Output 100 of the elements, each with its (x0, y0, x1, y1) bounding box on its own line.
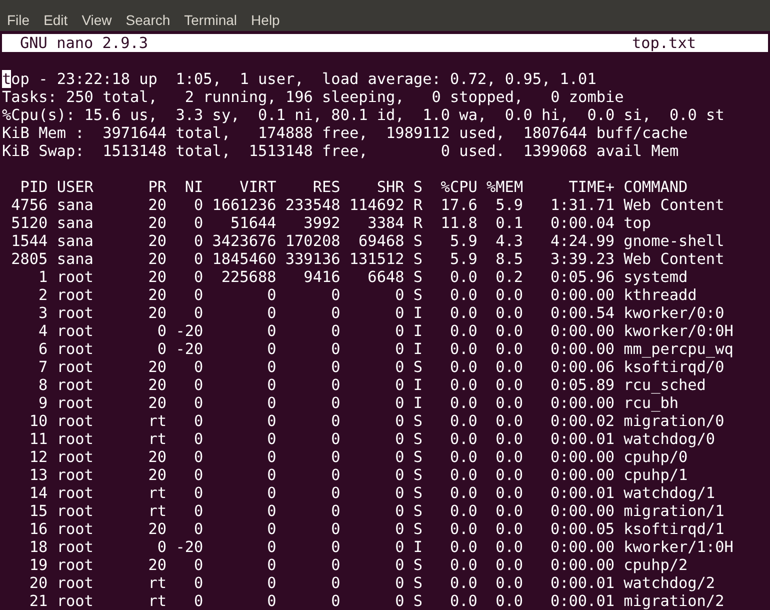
table-cell: S (413, 268, 423, 286)
table-cell-text: 0.0 (448, 466, 478, 484)
column-header: VIRT (238, 178, 276, 196)
table-cell-text: 20 (147, 376, 167, 394)
table-cell-text: 0.0 (448, 286, 478, 304)
table-cell-text: 0.0 (494, 484, 524, 502)
menu-item[interactable]: Help (251, 10, 280, 31)
table-cell-text: 0:00.04 (549, 214, 614, 232)
table-cell-text: 225688 (220, 268, 276, 286)
table-cell-text: 0 (192, 394, 204, 412)
table-cell-text: root (56, 520, 94, 538)
table-cell-text: 5.9 (448, 250, 478, 268)
table-cell-text: 0.0 (448, 304, 478, 322)
column-header: %MEM (486, 178, 524, 196)
table-cell: S (413, 430, 423, 448)
table-cell-text: 2805 (10, 250, 48, 268)
table-cell-text: 0 (266, 466, 276, 484)
table-cell-text: root (56, 286, 94, 304)
table-cell: I (413, 376, 423, 394)
table-cell-text: root (56, 430, 94, 448)
table-cell-text: 0 (394, 358, 404, 376)
table-cell-text: 0:00.00 (549, 502, 614, 520)
table-cell-text: systemd (624, 268, 689, 286)
table-cell-text: top (624, 214, 652, 232)
table-cell-text: 0 (330, 430, 340, 448)
table-cell-text: rt (147, 412, 167, 430)
table-cell-text: mm_percpu_wq (624, 340, 734, 358)
table-cell-text: 20 (147, 520, 167, 538)
table-cell-text: 0:00.01 (549, 592, 614, 610)
table-cell-text: 2 (38, 286, 48, 304)
table-cell-text: 0:00.05 (549, 520, 614, 538)
column-header: COMMAND (624, 178, 689, 196)
menu-item[interactable]: Edit (44, 10, 68, 31)
table-cell-text: 0 (266, 412, 276, 430)
table-cell-text: 0 (192, 430, 204, 448)
menu-item[interactable]: Search (126, 10, 170, 31)
table-cell-text: 20 (147, 196, 167, 214)
table-cell-text: 0 (266, 574, 276, 592)
summary-line: Tasks: 250 total, 2 running, 196 sleeping, 0 stopped, 0 zombie (2, 88, 625, 106)
table-cell-text: root (56, 466, 94, 484)
table-cell-text: migration/2 (624, 592, 726, 610)
table-cell-text: 11.8 (440, 214, 478, 232)
table-cell-text: 20 (147, 304, 167, 322)
table-cell-text: 16 (28, 520, 48, 538)
column-header: TIME+ (568, 178, 614, 196)
table-cell-text: 0 (192, 196, 204, 214)
table-cell-text: 0 (192, 376, 204, 394)
menu-item[interactable]: File (7, 10, 30, 31)
table-cell-text: 0 (394, 376, 404, 394)
table-cell-text: kworker/0:0 (624, 304, 726, 322)
table-cell-text: 0 (192, 250, 204, 268)
table-cell-text: 13 (28, 466, 48, 484)
table-cell-text: 14 (28, 484, 48, 502)
table-cell-text: 0 (330, 592, 340, 610)
table-cell-text: 0 (192, 268, 204, 286)
table-cell-text: Web Content (624, 250, 726, 268)
table-cell-text: 0 (266, 520, 276, 538)
table-cell-text: 9 (38, 394, 48, 412)
table-cell-text: 0 (330, 394, 340, 412)
table-cell: S (413, 466, 423, 484)
table-cell: 131512 (349, 250, 404, 268)
table-cell-text: root (56, 538, 94, 556)
table-cell-text: sana (56, 214, 94, 232)
table-cell: S (413, 358, 423, 376)
table-cell-text: 0 (192, 358, 204, 376)
table-cell: 233548 (285, 196, 340, 214)
file-name: top.txt (632, 34, 696, 52)
table-cell-text: 0.2 (494, 268, 524, 286)
table-cell-text: 8 (38, 376, 48, 394)
table-cell-text: 0.0 (494, 574, 524, 592)
table-cell-text: 20 (147, 232, 167, 250)
table-cell-text: 0:05.96 (549, 268, 614, 286)
menu-item[interactable]: Terminal (184, 10, 238, 31)
table-cell-text: 0.0 (448, 448, 478, 466)
table-cell-text: 51644 (230, 214, 276, 232)
table-cell-text: migration/0 (624, 412, 726, 430)
table-cell-text: root (56, 322, 94, 340)
table-cell: S (413, 232, 423, 250)
table-cell-text: 0 (394, 592, 404, 610)
table-cell-text: 5.9 (494, 196, 524, 214)
table-cell-text: watchdog/0 (624, 430, 716, 448)
table-cell-text: rcu_sched (624, 376, 707, 394)
table-cell-text: 20 (147, 250, 167, 268)
column-header: PID (19, 178, 48, 196)
table-cell: R (413, 214, 423, 232)
table-cell-text: 0 (330, 556, 340, 574)
table-cell-text: 0 (330, 412, 340, 430)
table-cell-text: 10 (28, 412, 48, 430)
table-cell-text: 0.0 (494, 286, 524, 304)
table-cell-text: 0.0 (494, 394, 524, 412)
table-cell-text: 0 (394, 574, 404, 592)
menu-item[interactable]: View (82, 10, 112, 31)
table-cell-text: 0 (266, 286, 276, 304)
column-header: %CPU (440, 178, 478, 196)
table-cell-text: 0.0 (448, 322, 478, 340)
table-cell-text: 0.0 (448, 412, 478, 430)
table-cell-text: root (56, 376, 94, 394)
table-cell: S (413, 448, 423, 466)
table-cell-text: 6648 (366, 268, 404, 286)
table-cell-text: 0:00.00 (549, 286, 614, 304)
